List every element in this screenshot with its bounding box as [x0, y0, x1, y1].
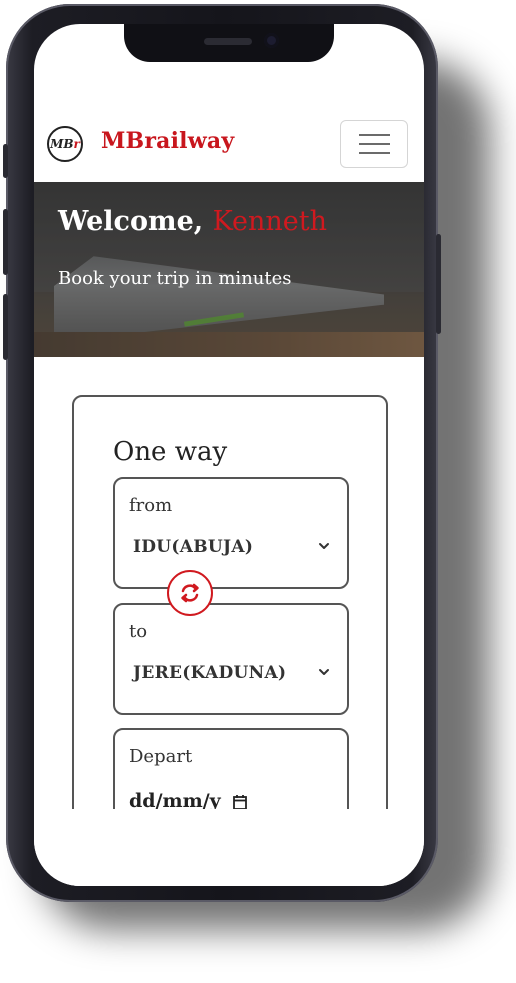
volume-up-button [3, 209, 8, 275]
power-button [436, 234, 441, 334]
to-station-select[interactable]: to JERE(KADUNA) [113, 603, 349, 715]
greeting-text: Welcome, [58, 206, 204, 237]
volume-down-button [3, 294, 8, 360]
calendar-icon[interactable] [233, 794, 247, 810]
hero-banner: Welcome, Kenneth Book your trip in minut… [34, 182, 424, 357]
user-name: Kenneth [212, 206, 327, 237]
phone-notch [124, 24, 334, 62]
navbar: MBr MBrailway [34, 114, 424, 182]
to-label: to [129, 621, 148, 642]
from-value: IDU(ABUJA) [133, 537, 254, 557]
chevron-down-icon [319, 543, 329, 549]
swap-icon [181, 583, 199, 603]
phone-screen: MBr MBrailway Welcome, Kenneth Book your… [34, 24, 424, 886]
to-value: JERE(KADUNA) [133, 663, 287, 683]
mute-switch [3, 144, 8, 178]
depart-label: Depart [129, 746, 193, 767]
camera-lens [264, 33, 279, 48]
brand-logo[interactable]: MBr [47, 126, 83, 162]
from-label: from [129, 495, 173, 516]
brand-name[interactable]: MBrailway [101, 128, 234, 154]
speaker-grille [204, 38, 252, 45]
menu-icon [358, 134, 390, 136]
chevron-down-icon [319, 669, 329, 675]
brand-prefix: MB [101, 128, 145, 154]
logo-text: MBr [50, 137, 80, 151]
screen-bottom [34, 809, 424, 886]
phone-frame: MBr MBrailway Welcome, Kenneth Book your… [3, 4, 441, 902]
from-station-select[interactable]: from IDU(ABUJA) [113, 477, 349, 589]
welcome-heading: Welcome, Kenneth [58, 206, 327, 237]
brand-suffix: railway [144, 128, 235, 154]
hero-subtitle: Book your trip in minutes [58, 268, 292, 289]
menu-toggle-button[interactable] [340, 120, 408, 168]
swap-stations-button[interactable] [167, 570, 213, 616]
trip-type-title: One way [113, 437, 228, 467]
